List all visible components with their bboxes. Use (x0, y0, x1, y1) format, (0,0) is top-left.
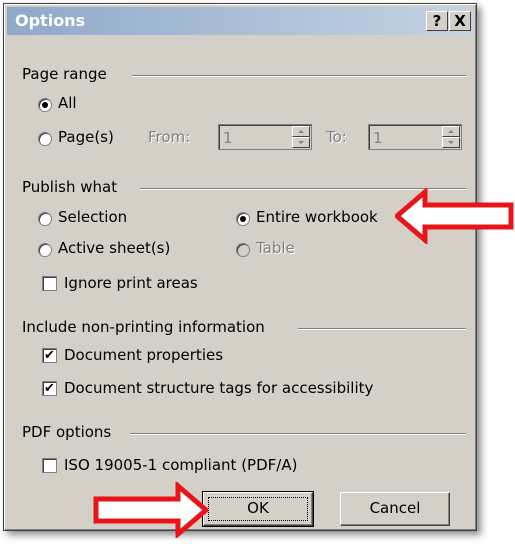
radio-pages[interactable] (38, 132, 52, 146)
checkbox-document-structure-tags[interactable]: ✔ (42, 381, 57, 396)
from-spinner[interactable]: 1 (218, 124, 312, 150)
radio-all-label[interactable]: All (58, 94, 77, 112)
publish-what-label: Publish what (22, 178, 118, 196)
checkbox-ignore-print-areas-label[interactable]: Ignore print areas (64, 274, 198, 292)
pdf-options-divider (130, 433, 466, 435)
help-button[interactable]: ? (426, 11, 448, 31)
page-range-divider (132, 75, 466, 77)
radio-selection[interactable] (38, 212, 52, 226)
cancel-button[interactable]: Cancel (340, 492, 450, 526)
from-spin-up-icon[interactable] (292, 126, 310, 137)
annotation-arrow-left-icon (395, 188, 514, 244)
to-spinner[interactable]: 1 (368, 124, 462, 150)
radio-active-sheets[interactable] (38, 243, 52, 257)
radio-active-sheets-label[interactable]: Active sheet(s) (58, 239, 170, 257)
radio-table (236, 243, 250, 257)
radio-pages-label[interactable]: Page(s) (58, 128, 114, 146)
options-dialog: Options ? X Page range All Page(s) From:… (3, 3, 477, 531)
dialog-title: Options (15, 11, 86, 30)
radio-table-label: Table (256, 239, 295, 257)
to-value: 1 (373, 129, 383, 147)
from-spin-down-icon[interactable] (292, 137, 310, 148)
radio-all[interactable] (38, 98, 52, 112)
from-value: 1 (223, 129, 233, 147)
checkbox-iso-compliant[interactable] (42, 458, 57, 473)
checkbox-document-structure-tags-label[interactable]: Document structure tags for accessibilit… (64, 379, 373, 397)
non-printing-label: Include non-printing information (22, 318, 265, 336)
annotation-arrow-right-icon (93, 482, 208, 538)
help-icon: ? (432, 12, 442, 30)
non-printing-divider (298, 328, 466, 330)
close-button[interactable]: X (449, 11, 471, 31)
cancel-button-label: Cancel (369, 499, 421, 517)
radio-selection-label[interactable]: Selection (58, 208, 127, 226)
checkbox-document-properties-label[interactable]: Document properties (64, 346, 223, 364)
to-spin-down-icon[interactable] (442, 137, 460, 148)
ok-button[interactable]: OK (202, 491, 314, 527)
close-icon: X (454, 12, 466, 30)
page-range-label: Page range (22, 65, 107, 83)
pdf-options-label: PDF options (22, 423, 112, 441)
radio-entire-workbook-label[interactable]: Entire workbook (256, 208, 378, 226)
checkmark-icon: ✔ (44, 381, 55, 396)
title-bar[interactable]: Options ? X (7, 7, 473, 35)
from-label: From: (148, 128, 191, 146)
checkmark-icon: ✔ (44, 348, 55, 363)
checkbox-document-properties[interactable]: ✔ (42, 348, 57, 363)
radio-entire-workbook[interactable] (236, 212, 250, 226)
checkbox-ignore-print-areas[interactable] (42, 276, 57, 291)
to-spin-up-icon[interactable] (442, 126, 460, 137)
checkbox-iso-compliant-label[interactable]: ISO 19005-1 compliant (PDF/A) (64, 456, 297, 474)
to-label: To: (326, 128, 347, 146)
